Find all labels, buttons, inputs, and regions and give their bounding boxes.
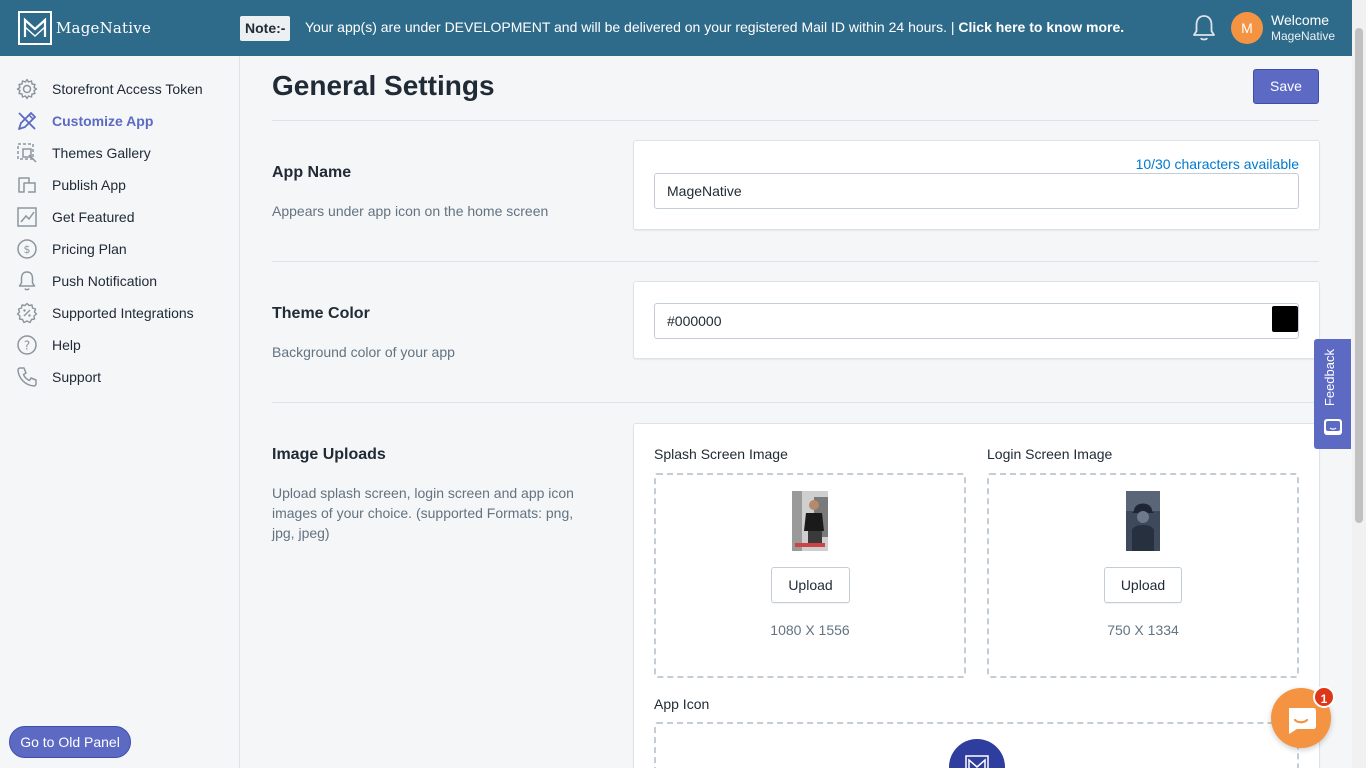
know-more-link[interactable]: Click here to know more. [958, 19, 1124, 35]
app-icon-preview [949, 739, 1005, 768]
sidebar-item-themes-gallery[interactable]: Themes Gallery [0, 137, 239, 169]
sidebar-item-label: Help [52, 337, 81, 353]
page-scrollbar[interactable] [1352, 0, 1366, 768]
gallery-icon [16, 142, 38, 164]
sidebar-item-label: Themes Gallery [52, 145, 151, 161]
sidebar-item-get-featured[interactable]: Get Featured [0, 201, 239, 233]
go-to-old-panel-button[interactable]: Go to Old Panel [9, 726, 131, 758]
sidebar-item-storefront-access-token[interactable]: Storefront Access Token [0, 73, 239, 105]
login-screen-thumbnail [1126, 491, 1160, 551]
app-name-description: Appears under app icon on the home scree… [272, 203, 549, 219]
sidebar-item-label: Pricing Plan [52, 241, 127, 257]
splash-screen-label: Splash Screen Image [654, 446, 788, 462]
sidebar-item-label: Customize App [52, 113, 154, 129]
theme-color-title: Theme Color [272, 305, 370, 322]
characters-available: 10/30 characters available [1135, 156, 1299, 172]
sidebar-item-label: Support [52, 369, 102, 385]
color-swatch[interactable] [1272, 306, 1298, 332]
bell-icon [16, 270, 38, 292]
top-bar: MageNative Note:- Your app(s) are under … [0, 0, 1352, 56]
feedback-label: Feedback [1322, 349, 1337, 407]
sidebar-item-publish-app[interactable]: Publish App [0, 169, 239, 201]
welcome-block[interactable]: Welcome MageNative [1271, 12, 1335, 44]
app-icon-label: App Icon [654, 696, 710, 712]
phone-icon [16, 366, 38, 388]
theme-color-description: Background color of your app [272, 344, 455, 360]
feedback-chat-icon [1324, 419, 1342, 435]
development-notice: Your app(s) are under DEVELOPMENT and wi… [305, 19, 1124, 35]
image-uploads-description: Upload splash screen, login screen and a… [272, 485, 574, 541]
integration-icon [16, 302, 38, 324]
app-icon-dropzone[interactable] [654, 722, 1299, 768]
image-uploads-title: Image Uploads [272, 446, 386, 463]
logo-mark-icon [18, 11, 52, 45]
scrollbar-thumb[interactable] [1355, 28, 1363, 523]
sidebar-item-label: Push Notification [52, 273, 158, 289]
sidebar-item-supported-integrations[interactable]: Supported Integrations [0, 297, 239, 329]
sidebar-item-support[interactable]: Support [0, 361, 239, 393]
login-dimensions: 750 X 1334 [1107, 622, 1179, 638]
divider [272, 120, 1319, 121]
sidebar-item-help[interactable]: ? Help [0, 329, 239, 361]
splash-screen-dropzone[interactable]: Upload 1080 X 1556 [654, 473, 966, 678]
divider [272, 261, 1319, 262]
brush-icon [16, 110, 38, 132]
login-upload-button[interactable]: Upload [1104, 567, 1182, 603]
brand-logo[interactable]: MageNative [18, 11, 151, 45]
note-message: Your app(s) are under DEVELOPMENT and wi… [305, 19, 955, 35]
save-button[interactable]: Save [1253, 69, 1319, 104]
gear-icon [16, 78, 38, 100]
sidebar-item-label: Get Featured [52, 209, 135, 225]
feedback-tab[interactable]: Feedback [1314, 339, 1351, 449]
splash-upload-button[interactable]: Upload [771, 567, 850, 603]
sidebar-item-label: Storefront Access Token [52, 81, 203, 97]
svg-text:?: ? [24, 339, 30, 353]
app-name-card: 10/30 characters available [633, 140, 1320, 230]
splash-screen-thumbnail [792, 491, 828, 551]
sidebar-item-push-notification[interactable]: Push Notification [0, 265, 239, 297]
chat-unread-badge: 1 [1313, 686, 1335, 708]
app-name-input[interactable] [654, 173, 1299, 209]
publish-icon [16, 174, 38, 196]
divider [272, 402, 1319, 403]
user-avatar[interactable]: M [1231, 12, 1263, 44]
sidebar-item-customize-app[interactable]: Customize App [0, 105, 239, 137]
sidebar: Storefront Access Token Customize App Th… [0, 56, 240, 768]
dollar-icon: $ [16, 238, 38, 260]
sidebar-item-label: Publish App [52, 177, 126, 193]
sidebar-item-pricing-plan[interactable]: $ Pricing Plan [0, 233, 239, 265]
notification-bell-icon[interactable] [1190, 13, 1218, 43]
theme-color-input[interactable] [654, 303, 1299, 339]
sidebar-item-label: Supported Integrations [52, 305, 194, 321]
note-tag: Note:- [240, 16, 291, 41]
welcome-label: Welcome [1271, 12, 1330, 28]
login-screen-dropzone[interactable]: Upload 750 X 1334 [987, 473, 1299, 678]
help-icon: ? [16, 334, 38, 356]
page-title: General Settings [272, 70, 495, 101]
chart-icon [16, 206, 38, 228]
logo-text: MageNative [56, 19, 152, 37]
theme-color-card [633, 281, 1320, 359]
svg-text:$: $ [24, 243, 31, 256]
image-uploads-card: Splash Screen Image Upload 1080 X 1556 L… [633, 423, 1320, 768]
splash-dimensions: 1080 X 1556 [770, 622, 850, 638]
login-screen-label: Login Screen Image [987, 446, 1113, 462]
app-name-title: App Name [272, 164, 352, 181]
user-name: MageNative [1271, 29, 1336, 43]
